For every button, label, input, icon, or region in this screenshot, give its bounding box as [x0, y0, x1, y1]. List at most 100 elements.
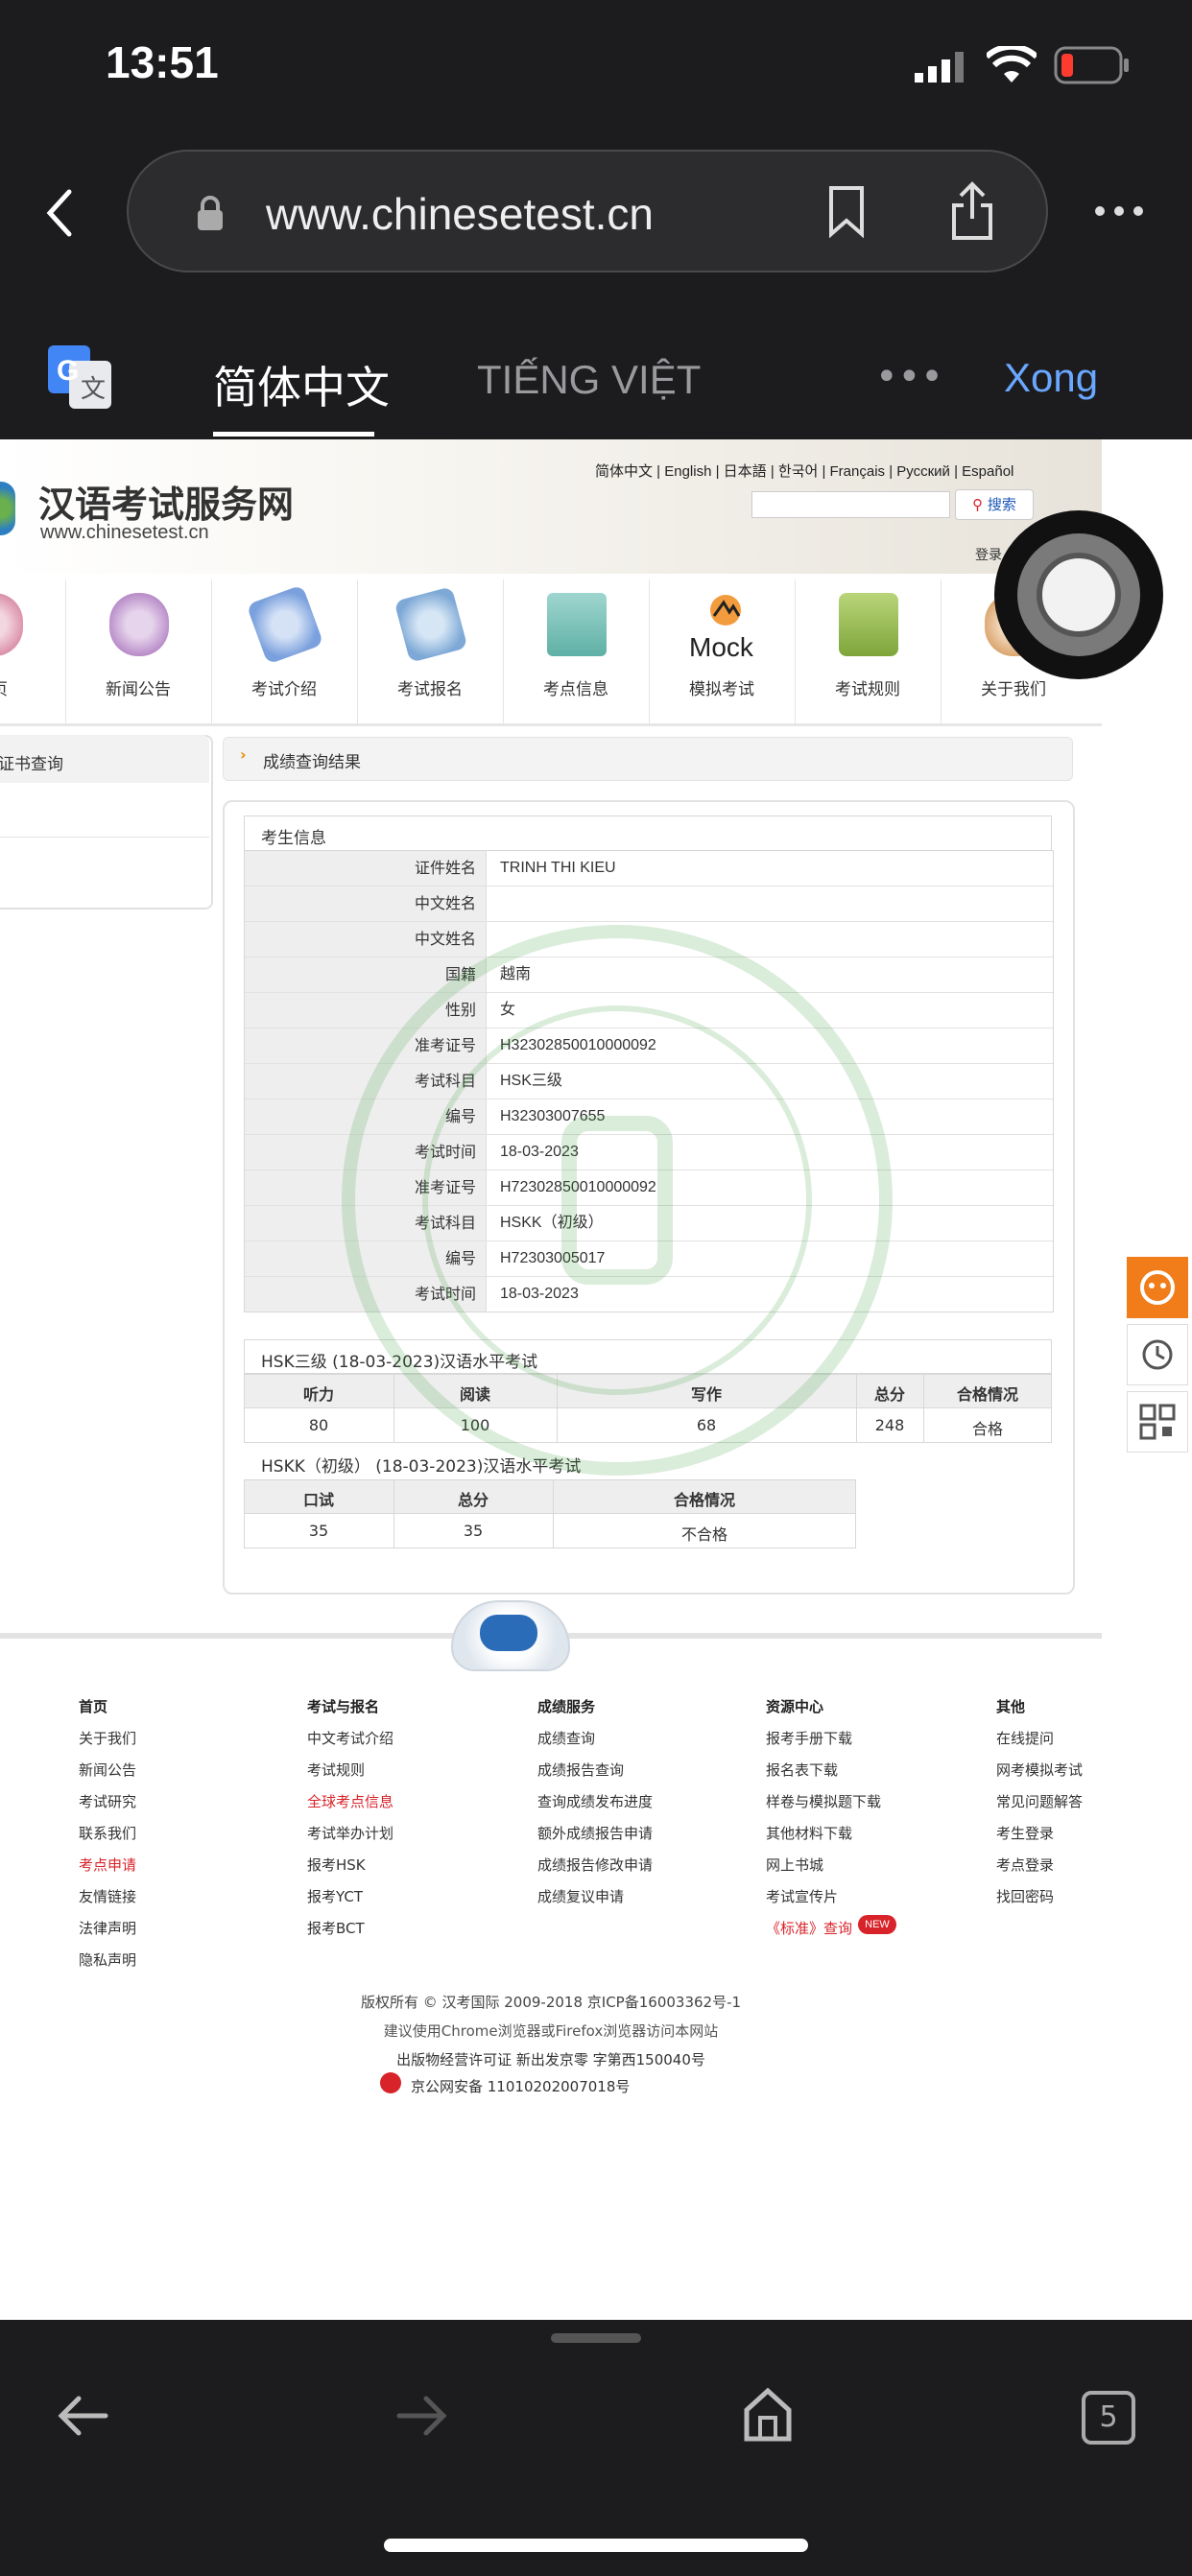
- share-icon[interactable]: [950, 180, 994, 242]
- footer-link[interactable]: 报考YCT: [307, 1886, 363, 1906]
- tab-vietnamese[interactable]: TIẾNG VIỆT: [477, 357, 701, 403]
- status-time: 13:51: [106, 37, 219, 87]
- hskk-header-cell: 口试: [302, 1491, 334, 1509]
- footer-link[interactable]: 法律声明: [79, 1918, 136, 1938]
- customer-service-button[interactable]: [1127, 1257, 1188, 1318]
- footer-link[interactable]: 新闻公告: [79, 1760, 136, 1780]
- nav-label: 新闻公告: [106, 680, 171, 699]
- hskk-value-cell: 35: [463, 1522, 484, 1540]
- feedback-icon: [1142, 1339, 1173, 1370]
- footer-col-head[interactable]: 资源中心: [766, 1696, 823, 1716]
- assistive-touch-button[interactable]: [994, 510, 1163, 679]
- nav-test-centers[interactable]: 考点信息: [503, 579, 650, 723]
- toolbar-handle[interactable]: [551, 2333, 641, 2343]
- svg-text:Mock: Mock: [689, 632, 754, 662]
- emblem-center-icon: [480, 1615, 537, 1651]
- home-indicator: [384, 2539, 808, 2552]
- footer-link[interactable]: 查询成绩发布进度: [537, 1791, 653, 1811]
- footer-col-head[interactable]: 首页: [79, 1696, 107, 1716]
- hskk-header-cell: 合格情况: [673, 1491, 735, 1509]
- footer-link[interactable]: 友情链接: [79, 1886, 136, 1906]
- language-links[interactable]: 简体中文 | English | 日本語 | 한국어 | Français | …: [595, 461, 1013, 481]
- main-nav: 页 新闻公告 考试介绍 考试报名 考点信息 Mock 模拟考试 考试规则: [0, 579, 1102, 726]
- footer-link[interactable]: 网考模拟考试: [996, 1760, 1083, 1780]
- footer-link[interactable]: 报考BCT: [307, 1918, 365, 1938]
- pavilion-icon: [547, 593, 607, 656]
- footer-link[interactable]: 报考HSK: [307, 1855, 366, 1875]
- hskk-header-cell: 总分: [457, 1491, 489, 1509]
- login-link[interactable]: 登录: [975, 545, 1002, 564]
- footer-link[interactable]: 考生登录: [996, 1823, 1054, 1843]
- footer-link[interactable]: 隐私声明: [79, 1950, 136, 1970]
- google-translate-icon[interactable]: G文: [48, 345, 113, 411]
- active-tab-underline: [213, 432, 374, 437]
- footer-browser-note: 建议使用Chrome浏览器或Firefox浏览器访问本网站: [383, 2022, 719, 2040]
- feedback-button[interactable]: [1127, 1324, 1188, 1385]
- footer-police[interactable]: 京公网安备 11010202007018号: [411, 2076, 630, 2096]
- nav-exam-intro[interactable]: 考试介绍: [211, 579, 358, 723]
- row-label: 中文姓名: [245, 886, 487, 921]
- footer-link[interactable]: 成绩报告查询: [537, 1760, 624, 1780]
- footer-link[interactable]: 考点申请: [79, 1855, 136, 1875]
- lock-icon: [196, 194, 225, 232]
- footer-link[interactable]: 成绩复议申请: [537, 1886, 624, 1906]
- nav-home[interactable]: 页: [0, 579, 66, 723]
- nav-label: 关于我们: [981, 680, 1046, 699]
- url-text: www.chinesetest.cn: [266, 189, 654, 239]
- watermark-seal: [336, 919, 898, 1481]
- nav-label: 考试报名: [397, 680, 463, 699]
- site-search-button[interactable]: ⚲ 搜索: [955, 489, 1034, 520]
- web-page: 汉语考试服务网 www.chinesetest.cn 简体中文 | Englis…: [0, 439, 1102, 2320]
- nav-label: 页: [0, 675, 8, 699]
- more-menu-icon[interactable]: [1092, 203, 1146, 219]
- back-icon[interactable]: [42, 188, 77, 238]
- footer-link[interactable]: 《标准》查询: [766, 1918, 852, 1938]
- footer-link[interactable]: 常见问题解答: [996, 1791, 1083, 1811]
- bookmark-icon[interactable]: [827, 184, 866, 239]
- footer-link[interactable]: 网上书城: [766, 1855, 823, 1875]
- footer-link[interactable]: 考试宣传片: [766, 1886, 838, 1906]
- footer-link[interactable]: 考试研究: [79, 1791, 136, 1811]
- footer-link[interactable]: 全球考点信息: [307, 1791, 393, 1811]
- arrow-left-icon[interactable]: [56, 2393, 109, 2439]
- footer-link[interactable]: 找回密码: [996, 1886, 1054, 1906]
- done-button[interactable]: Xong: [1004, 355, 1098, 401]
- hsk-value-cell: 合格: [971, 1420, 1003, 1438]
- side-header-label[interactable]: 证书查询: [0, 750, 63, 774]
- footer-link[interactable]: 在线提问: [996, 1728, 1054, 1748]
- footer-link[interactable]: 成绩报告修改申请: [537, 1855, 653, 1875]
- footer-link[interactable]: 考点登录: [996, 1855, 1054, 1875]
- scroll-icon: [246, 584, 324, 665]
- footer-link[interactable]: 考试举办计划: [307, 1823, 393, 1843]
- footer-col-head[interactable]: 其他: [996, 1696, 1025, 1716]
- footer-link[interactable]: 联系我们: [79, 1823, 136, 1843]
- footer-link[interactable]: 中文考试介绍: [307, 1728, 393, 1748]
- footer-link[interactable]: 考试规则: [307, 1760, 365, 1780]
- footer-link[interactable]: 报考手册下载: [766, 1728, 852, 1748]
- signal-icon: [915, 52, 968, 83]
- tab-chinese[interactable]: 简体中文: [213, 353, 390, 416]
- footer-link[interactable]: 额外成绩报告申请: [537, 1823, 653, 1843]
- candidate-row: 证件姓名 TRINH THI KIEU: [245, 851, 1053, 886]
- footer-link[interactable]: 报名表下载: [766, 1760, 838, 1780]
- nav-news[interactable]: 新闻公告: [65, 579, 212, 723]
- translate-more-button[interactable]: •••: [875, 355, 943, 399]
- nav-registration[interactable]: 考试报名: [357, 579, 504, 723]
- home-icon[interactable]: [741, 2385, 795, 2443]
- footer-col-head[interactable]: 考试与报名: [307, 1696, 379, 1716]
- tab-count-button[interactable]: 5: [1082, 2391, 1135, 2445]
- side-divider: [0, 837, 209, 838]
- footer-link[interactable]: 其他材料下载: [766, 1823, 852, 1843]
- nav-mock-exam[interactable]: Mock 模拟考试: [649, 579, 796, 723]
- nav-rules[interactable]: 考试规则: [795, 579, 942, 723]
- qr-code-icon: [1139, 1404, 1176, 1440]
- hsk-header-cell: 合格情况: [956, 1385, 1018, 1404]
- footer-col-head[interactable]: 成绩服务: [537, 1696, 595, 1716]
- footer-link[interactable]: 成绩查询: [537, 1728, 595, 1748]
- qr-code-button[interactable]: [1127, 1391, 1188, 1453]
- footer-link[interactable]: 关于我们: [79, 1728, 136, 1748]
- footer-link[interactable]: 样卷与模拟题下载: [766, 1791, 881, 1811]
- row-value: TRINH THI KIEU: [500, 860, 616, 876]
- candidate-section-title: 考生信息: [261, 829, 326, 848]
- site-search-input[interactable]: [751, 491, 950, 518]
